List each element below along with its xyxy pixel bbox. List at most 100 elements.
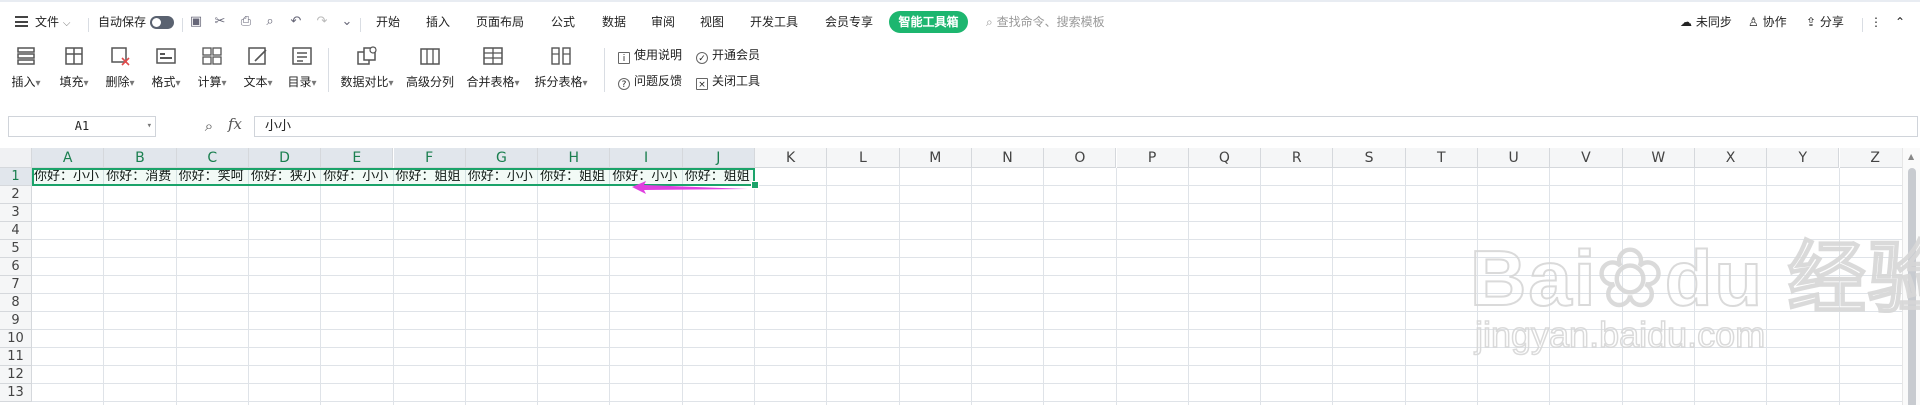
cell-g1[interactable]: 你好：小小 bbox=[466, 168, 537, 186]
tab-smart-toolbox[interactable]: 智能工具箱 bbox=[889, 11, 968, 33]
name-box[interactable]: A1 ▾ bbox=[8, 116, 156, 137]
column-header-z[interactable]: Z bbox=[1839, 148, 1912, 168]
row-header-8[interactable]: 8 bbox=[0, 294, 32, 312]
tab-home[interactable]: 开始 bbox=[376, 6, 400, 38]
row-header-4[interactable]: 4 bbox=[0, 222, 32, 240]
insert-button[interactable]: 插入▾ bbox=[8, 42, 44, 100]
zoom-search-icon[interactable]: ⌕ bbox=[200, 117, 218, 135]
fx-icon[interactable]: fx bbox=[228, 115, 242, 133]
formula-input[interactable]: 小小 bbox=[254, 116, 1918, 137]
help-button[interactable]: i 使用说明 bbox=[618, 46, 682, 64]
row-header-1[interactable]: 1 bbox=[0, 168, 32, 186]
save-icon[interactable]: ▣ bbox=[188, 14, 204, 30]
redo-icon[interactable]: ↷ bbox=[314, 14, 330, 30]
data-compare-button[interactable]: 数据对比▾ bbox=[334, 42, 400, 100]
column-header-m[interactable]: M bbox=[899, 148, 972, 168]
column-header-i[interactable]: I bbox=[610, 148, 683, 168]
cell-e1[interactable]: 你好：小小 bbox=[321, 168, 392, 186]
column-header-f[interactable]: F bbox=[393, 148, 466, 168]
file-menu[interactable]: 文件 ⌵ bbox=[35, 6, 70, 38]
cell-a1[interactable]: 你好：小小 bbox=[32, 168, 104, 186]
column-header-g[interactable]: G bbox=[465, 148, 539, 168]
tab-review[interactable]: 审阅 bbox=[651, 6, 675, 38]
column-header-y[interactable]: Y bbox=[1767, 148, 1840, 168]
tab-developer[interactable]: 开发工具 bbox=[750, 6, 798, 38]
column-header-d[interactable]: D bbox=[248, 148, 322, 168]
print-icon[interactable]: ⎙ bbox=[238, 14, 254, 30]
tab-view[interactable]: 视图 bbox=[700, 6, 724, 38]
close-tool-button[interactable]: × 关闭工具 bbox=[696, 72, 760, 90]
row-header-10[interactable]: 10 bbox=[0, 330, 32, 348]
menu-icon[interactable] bbox=[15, 16, 28, 27]
column-header-q[interactable]: Q bbox=[1188, 148, 1262, 168]
select-all-corner[interactable] bbox=[0, 148, 32, 168]
row-header-6[interactable]: 6 bbox=[0, 258, 32, 276]
merge-table-button[interactable]: 合并表格▾ bbox=[462, 42, 524, 100]
column-header-p[interactable]: P bbox=[1116, 148, 1189, 168]
tab-page-layout[interactable]: 页面布局 bbox=[476, 6, 524, 38]
row-header-7[interactable]: 7 bbox=[0, 276, 32, 294]
spreadsheet-grid: A B C D E F G H I J K L M N O P Q R S T U V W X Y Z 1 2 3 4 5 6 7 8 9 10 11 1… bbox=[0, 148, 1920, 405]
column-header-o[interactable]: O bbox=[1044, 148, 1117, 168]
row-header-13[interactable]: 13 bbox=[0, 384, 32, 402]
undo-icon[interactable]: ↶ bbox=[288, 14, 304, 30]
text-button[interactable]: 文本▾ bbox=[238, 42, 278, 100]
column-header-x[interactable]: X bbox=[1694, 148, 1768, 168]
column-header-e[interactable]: E bbox=[321, 148, 394, 168]
cell-d1[interactable]: 你好：狭小 bbox=[249, 168, 320, 186]
column-header-l[interactable]: L bbox=[827, 148, 900, 168]
command-search[interactable]: ⌕ 查找命令、搜索模板 bbox=[986, 6, 1105, 38]
row-header-9[interactable]: 9 bbox=[0, 312, 32, 330]
share-button[interactable]: ⇪ 分享 bbox=[1806, 6, 1844, 38]
format-button[interactable]: 格式▾ bbox=[146, 42, 186, 100]
toc-button[interactable]: 目录▾ bbox=[282, 42, 322, 100]
sync-status[interactable]: ☁ 未同步 bbox=[1680, 6, 1732, 38]
sync-label: 未同步 bbox=[1695, 15, 1732, 29]
format-painter-icon[interactable]: ✂ bbox=[212, 14, 228, 30]
row-header-12[interactable]: 12 bbox=[0, 366, 32, 384]
tab-formulas[interactable]: 公式 bbox=[551, 6, 575, 38]
cell-f1[interactable]: 你好：姐姐 bbox=[394, 168, 465, 186]
row-header-2[interactable]: 2 bbox=[0, 186, 32, 204]
tab-member[interactable]: 会员专享 bbox=[825, 6, 873, 38]
column-header-r[interactable]: R bbox=[1261, 148, 1334, 168]
column-header-w[interactable]: W bbox=[1622, 148, 1695, 168]
advanced-split-button[interactable]: 高级分列 bbox=[404, 42, 456, 100]
column-header-s[interactable]: S bbox=[1333, 148, 1406, 168]
fill-icon bbox=[65, 47, 83, 65]
column-header-u[interactable]: U bbox=[1478, 148, 1551, 168]
column-header-n[interactable]: N bbox=[971, 148, 1045, 168]
cell-b1[interactable]: 你好：消费 bbox=[104, 168, 175, 186]
column-header-b[interactable]: B bbox=[104, 148, 177, 168]
column-header-v[interactable]: V bbox=[1550, 148, 1623, 168]
column-header-t[interactable]: T bbox=[1405, 148, 1478, 168]
collab-button[interactable]: ♙ 协作 bbox=[1748, 6, 1787, 38]
column-header-h[interactable]: H bbox=[538, 148, 611, 168]
more-options-icon[interactable]: ⋮ bbox=[1870, 6, 1882, 38]
cell-h1[interactable]: 你好：姐姐 bbox=[538, 168, 609, 186]
column-header-c[interactable]: C bbox=[176, 148, 249, 168]
tab-data[interactable]: 数据 bbox=[602, 6, 626, 38]
tab-insert[interactable]: 插入 bbox=[426, 6, 450, 38]
row-header-11[interactable]: 11 bbox=[0, 348, 32, 366]
column-header-j[interactable]: J bbox=[682, 148, 755, 168]
column-header-k[interactable]: K bbox=[755, 148, 828, 168]
fill-handle[interactable] bbox=[751, 181, 759, 189]
calculate-button[interactable]: 计算▾ bbox=[192, 42, 232, 100]
cell-c1[interactable]: 你好：笑呵 bbox=[177, 168, 248, 186]
collapse-ribbon-icon[interactable]: ⌃ bbox=[1895, 6, 1905, 38]
column-header-a[interactable]: A bbox=[32, 148, 105, 168]
fill-button[interactable]: 填充▾ bbox=[54, 42, 94, 100]
row-header-3[interactable]: 3 bbox=[0, 204, 32, 222]
row-header-5[interactable]: 5 bbox=[0, 240, 32, 258]
scroll-up-icon[interactable]: ▲ bbox=[1908, 152, 1914, 161]
open-member-button[interactable]: ✓ 开通会员 bbox=[696, 46, 760, 64]
split-table-button[interactable]: 拆分表格▾ bbox=[530, 42, 592, 100]
scrollbar-thumb[interactable] bbox=[1908, 168, 1916, 405]
vertical-scrollbar[interactable]: ▲ bbox=[1902, 148, 1920, 405]
autosave-toggle[interactable] bbox=[150, 16, 174, 29]
print-preview-icon[interactable]: ⌕ bbox=[262, 14, 278, 30]
feedback-button[interactable]: ? 问题反馈 bbox=[618, 72, 682, 90]
more-quick-icon[interactable]: ⌄ bbox=[339, 14, 355, 30]
delete-button[interactable]: 删除▾ bbox=[100, 42, 140, 100]
